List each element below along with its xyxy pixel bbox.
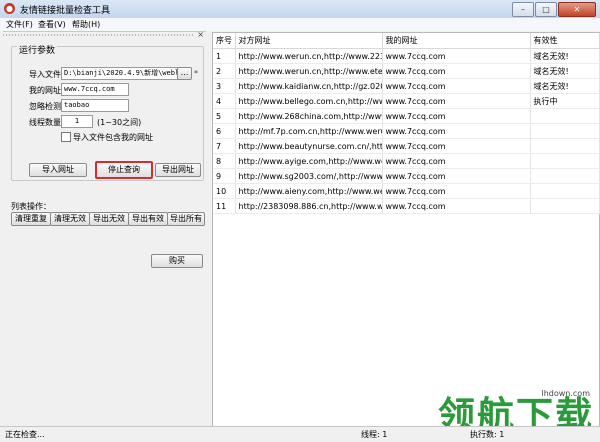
table-row[interactable]: 9http://www.sg2003.com/,http://www.we...… [213,168,600,184]
cell-validity [530,123,600,139]
ignore-field[interactable]: taobao [61,99,129,112]
cell-partner-url: http://www.werun.cn,http://www.223ao... [235,48,383,64]
cell-index: 1 [213,48,236,64]
minimize-button[interactable]: – [512,2,534,17]
status-extra: 执行数: 1 [470,430,505,439]
cell-partner-url: http://www.268china.com,http://www.we... [235,108,383,124]
cell-validity [530,153,600,169]
cell-index: 2 [213,63,236,79]
title-bar: ● 友情链接批量检查工具 – □ ✕ [0,0,600,19]
col-header-validity[interactable]: 有效性 [530,33,600,49]
results-table-panel: 序号 对方网址 我的网址 有效性 1 http://www.werun.cn,ht… [212,32,600,428]
import-url-button[interactable]: 导入网址 [29,163,87,177]
table-row[interactable]: 10http://www.aieny.com,http://www.werun.… [213,183,600,199]
cell-my-url: www.7ccq.com [382,63,531,79]
status-threads: 线程: 1 [361,430,388,439]
list-ops-label: 列表操作： [11,202,51,211]
cell-validity [530,168,600,184]
clean-invalid-button[interactable]: 清理无效 [50,212,90,226]
close-button[interactable]: ✕ [558,2,596,17]
cell-my-url: www.7ccq.com [382,108,531,124]
cell-index: 5 [213,108,236,124]
table-row[interactable]: 6http://mf.7p.com.cn,http://www.werun.cn… [213,123,600,139]
col-header-my-url[interactable]: 我的网址 [382,33,531,49]
cell-validity [530,138,600,154]
cell-partner-url: http://www.werun.cn,http://www.etest.cn [235,63,383,79]
export-url-button[interactable]: 导出网址 [155,163,201,177]
include-my-url-label: 导入文件包含我的网址 [73,133,153,142]
cell-index: 6 [213,123,236,139]
panel-grip: × [3,30,206,39]
cell-my-url: www.7ccq.com [382,198,531,214]
buy-button[interactable]: 购买 [151,254,203,268]
table-row[interactable]: 1http://www.werun.cn,http://www.223ao...… [213,48,600,64]
col-header-partner-url[interactable]: 对方网址 [235,33,383,49]
cell-index: 8 [213,153,236,169]
required-star: * [194,69,198,78]
cell-my-url: www.7ccq.com [382,183,531,199]
dedupe-button[interactable]: 清理重复 [11,212,51,226]
cell-index: 3 [213,78,236,94]
table-row[interactable]: 5http://www.268china.com,http://www.we..… [213,108,600,124]
status-text: 正在检查... [5,430,45,439]
cell-partner-url: http://www.beautynurse.com.cn/,http://..… [235,138,383,154]
cell-my-url: www.7ccq.com [382,93,531,109]
left-panel: × 运行参数 导入文件： D:\bianji\2020.4.9\新增\webli… [3,30,206,426]
cell-partner-url: http://mf.7p.com.cn,http://www.werun.cn [235,123,383,139]
cell-validity: 域名无效! [530,63,600,79]
cell-partner-url: http://www.aieny.com,http://www.werun...… [235,183,383,199]
menu-bar: 文件(F) 查看(V) 帮助(H) [0,18,600,31]
threads-field[interactable]: 1 [61,115,93,128]
table-row[interactable]: 4http://www.bellego.com.cn,http://www...… [213,93,600,109]
maximize-button[interactable]: □ [535,2,557,17]
table-row[interactable]: 2http://www.werun.cn,http://www.etest.cn… [213,63,600,79]
menu-help[interactable]: 帮助(H) [72,19,100,30]
menu-file[interactable]: 文件(F) [6,19,33,30]
window-title: 友情链接批量检查工具 [20,6,111,16]
cell-my-url: www.7ccq.com [382,168,531,184]
table-row[interactable]: 3http://www.kaidianw.cn,http://gz.020tp.… [213,78,600,94]
cell-validity: 执行中 [530,93,600,109]
cell-my-url: www.7ccq.com [382,153,531,169]
export-all-button[interactable]: 导出所有 [167,212,205,226]
threads-hint: (1~30之间) [97,118,142,127]
menu-view[interactable]: 查看(V) [38,19,66,30]
cell-partner-url: http://2383098.886.cn,http://www.werun..… [235,198,383,214]
cell-validity: 域名无效! [530,48,600,64]
export-invalid-button[interactable]: 导出无效 [89,212,129,226]
export-valid-button[interactable]: 导出有效 [128,212,168,226]
table-row[interactable]: 11http://2383098.886.cn,http://www.werun… [213,198,600,214]
cell-my-url: www.7ccq.com [382,138,531,154]
cell-validity: 域名无效! [530,78,600,94]
cell-partner-url: http://www.kaidianw.cn,http://gz.020tp..… [235,78,383,94]
cell-index: 4 [213,93,236,109]
panel-close-icon[interactable]: × [197,30,204,39]
status-bar: 正在检查... 线程: 1 执行数: 1 [0,426,600,442]
cell-index: 9 [213,168,236,184]
cell-index: 7 [213,138,236,154]
browse-button[interactable]: ... [177,67,192,80]
cell-partner-url: http://www.ayige.com,http://www.werun...… [235,153,383,169]
cell-index: 11 [213,198,236,214]
import-file-field[interactable]: D:\bianji\2020.4.9\新增\weblink [61,67,178,80]
cell-index: 10 [213,183,236,199]
app-icon: ● [4,3,15,14]
cell-my-url: www.7ccq.com [382,48,531,64]
table-row[interactable]: 8http://www.ayige.com,http://www.werun..… [213,153,600,169]
table-row[interactable]: 7http://www.beautynurse.com.cn/,http://.… [213,138,600,154]
col-header-index[interactable]: 序号 [213,33,236,49]
results-table: 序号 对方网址 我的网址 有效性 1 http://www.werun.cn,ht… [213,33,600,214]
cell-partner-url: http://www.bellego.com.cn,http://www.... [235,93,383,109]
cell-partner-url: http://www.sg2003.com/,http://www.we... [235,168,383,184]
cell-my-url: www.7ccq.com [382,123,531,139]
cell-my-url: www.7ccq.com [382,78,531,94]
cell-validity [530,183,600,199]
params-legend: 运行参数 [17,43,58,56]
cell-validity [530,198,600,214]
my-url-field[interactable]: www.7ccq.com [61,83,129,96]
stop-query-button[interactable]: 停止查询 [95,161,153,179]
include-my-url-checkbox[interactable] [61,132,71,142]
watermark-url: lhdown.com [541,389,590,398]
cell-validity [530,108,600,124]
